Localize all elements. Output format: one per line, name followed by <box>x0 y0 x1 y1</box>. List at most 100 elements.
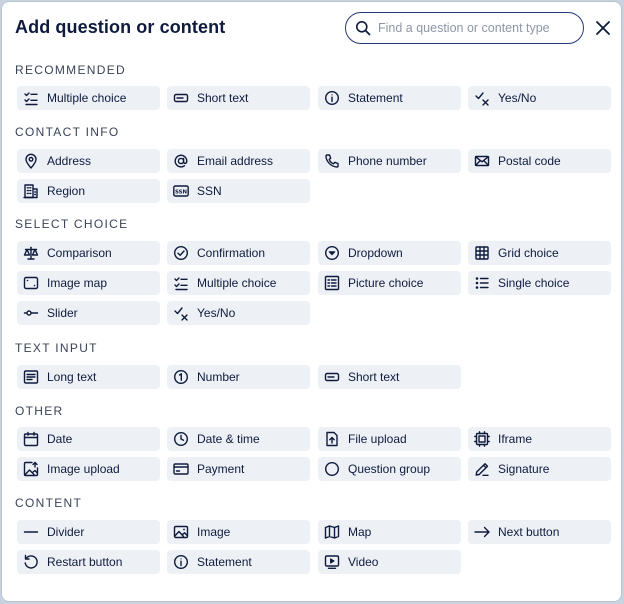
item-address-button[interactable]: Address <box>17 149 160 173</box>
item-label: Short text <box>197 91 249 105</box>
item-label: Region <box>47 184 86 198</box>
yes-no-icon <box>474 90 490 106</box>
item-label: Single choice <box>498 276 570 290</box>
item-image-map-button[interactable]: Image map <box>17 271 160 295</box>
item-label: Picture choice <box>348 276 424 290</box>
item-label: Confirmation <box>197 246 266 260</box>
search-box[interactable] <box>345 12 584 44</box>
item-label: Dropdown <box>348 246 403 260</box>
item-label: Payment <box>197 462 245 476</box>
item-slider-button[interactable]: Slider <box>17 301 160 325</box>
video-icon <box>324 554 340 570</box>
item-image-upload-button[interactable]: Image upload <box>17 457 160 481</box>
item-postal-code-button[interactable]: Postal code <box>468 149 611 173</box>
item-yes-no-button[interactable]: Yes/No <box>167 301 310 325</box>
item-multiple-choice-button[interactable]: Multiple choice <box>167 271 310 295</box>
item-label: Image map <box>47 276 108 290</box>
divider-icon <box>23 524 39 540</box>
item-iframe-button[interactable]: Iframe <box>468 427 611 451</box>
item-signature-button[interactable]: Signature <box>468 457 611 481</box>
item-statement-button[interactable]: Statement <box>318 86 461 110</box>
item-yes-no-button[interactable]: Yes/No <box>468 86 611 110</box>
item-confirmation-button[interactable]: Confirmation <box>167 241 310 265</box>
item-short-text-button[interactable]: Short text <box>167 86 310 110</box>
item-video-button[interactable]: Video <box>318 550 461 574</box>
item-dropdown-button[interactable]: Dropdown <box>318 241 461 265</box>
item-label: Short text <box>348 370 400 384</box>
iframe-icon <box>474 431 490 447</box>
item-divider-button[interactable]: Divider <box>17 520 160 544</box>
search-input[interactable] <box>378 21 578 35</box>
item-label: Next button <box>498 525 560 539</box>
item-label: Phone number <box>348 154 427 168</box>
multiple-choice-icon <box>173 275 189 291</box>
item-label: Date & time <box>197 432 260 446</box>
item-label: Multiple choice <box>197 276 277 290</box>
item-label: Comparison <box>47 246 112 260</box>
single-choice-icon <box>474 275 490 291</box>
item-payment-button[interactable]: Payment <box>167 457 310 481</box>
item-label: Postal code <box>498 154 561 168</box>
picture-choice-icon <box>324 275 340 291</box>
item-label: Signature <box>498 462 550 476</box>
item-label: Number <box>197 370 240 384</box>
item-short-text-button[interactable]: Short text <box>318 365 461 389</box>
item-label: Long text <box>47 370 97 384</box>
add-question-dialog: Add question or content RECOMMENDED Multi… <box>1 1 622 602</box>
ssn-icon: SSN <box>173 183 189 199</box>
payment-card-icon <box>173 461 189 477</box>
item-multiple-choice-button[interactable]: Multiple choice <box>17 86 160 110</box>
building-icon <box>23 183 39 199</box>
item-email-address-button[interactable]: Email address <box>167 149 310 173</box>
image-icon <box>173 524 189 540</box>
section-title-recommended: RECOMMENDED <box>15 63 126 77</box>
long-text-icon <box>23 369 39 385</box>
item-label: Statement <box>197 555 252 569</box>
item-label: Divider <box>47 525 85 539</box>
item-label: Restart button <box>47 555 123 569</box>
slider-icon <box>23 305 39 321</box>
item-question-group-button[interactable]: Question group <box>318 457 461 481</box>
item-number-button[interactable]: Number <box>167 365 310 389</box>
item-label: Statement <box>348 91 403 105</box>
multiple-choice-icon <box>23 90 39 106</box>
item-map-button[interactable]: Map <box>318 520 461 544</box>
item-image-button[interactable]: Image <box>167 520 310 544</box>
image-map-icon <box>23 275 39 291</box>
info-icon <box>173 554 189 570</box>
scale-icon <box>23 245 39 261</box>
item-label: Yes/No <box>197 306 236 320</box>
short-text-icon <box>173 90 189 106</box>
check-circle-icon <box>173 245 189 261</box>
item-label: Email address <box>197 154 274 168</box>
dialog-title: Add question or content <box>15 17 226 37</box>
item-picture-choice-button[interactable]: Picture choice <box>318 271 461 295</box>
close-button[interactable] <box>593 18 613 38</box>
item-label: Image upload <box>47 462 120 476</box>
pen-icon <box>474 461 490 477</box>
item-comparison-button[interactable]: Comparison <box>17 241 160 265</box>
item-grid-choice-button[interactable]: Grid choice <box>468 241 611 265</box>
item-statement-button[interactable]: Statement <box>167 550 310 574</box>
yes-no-icon <box>173 305 189 321</box>
item-label: Grid choice <box>498 246 559 260</box>
item-phone-number-button[interactable]: Phone number <box>318 149 461 173</box>
svg-text:SSN: SSN <box>175 190 188 196</box>
item-next-button-button[interactable]: Next button <box>468 520 611 544</box>
item-label: Date <box>47 432 73 446</box>
item-single-choice-button[interactable]: Single choice <box>468 271 611 295</box>
search-icon <box>354 19 372 37</box>
item-date-button[interactable]: Date <box>17 427 160 451</box>
item-region-button[interactable]: Region <box>17 179 160 203</box>
image-upload-icon <box>23 461 39 477</box>
item-long-text-button[interactable]: Long text <box>17 365 160 389</box>
close-icon <box>596 21 610 35</box>
restart-icon <box>23 554 39 570</box>
item-file-upload-button[interactable]: File upload <box>318 427 461 451</box>
item-restart-button-button[interactable]: Restart button <box>17 550 160 574</box>
grid-icon <box>474 245 490 261</box>
item-date-time-button[interactable]: Date & time <box>167 427 310 451</box>
dropdown-icon <box>324 245 340 261</box>
item-ssn-button[interactable]: SSN SSN <box>167 179 310 203</box>
info-icon <box>324 90 340 106</box>
